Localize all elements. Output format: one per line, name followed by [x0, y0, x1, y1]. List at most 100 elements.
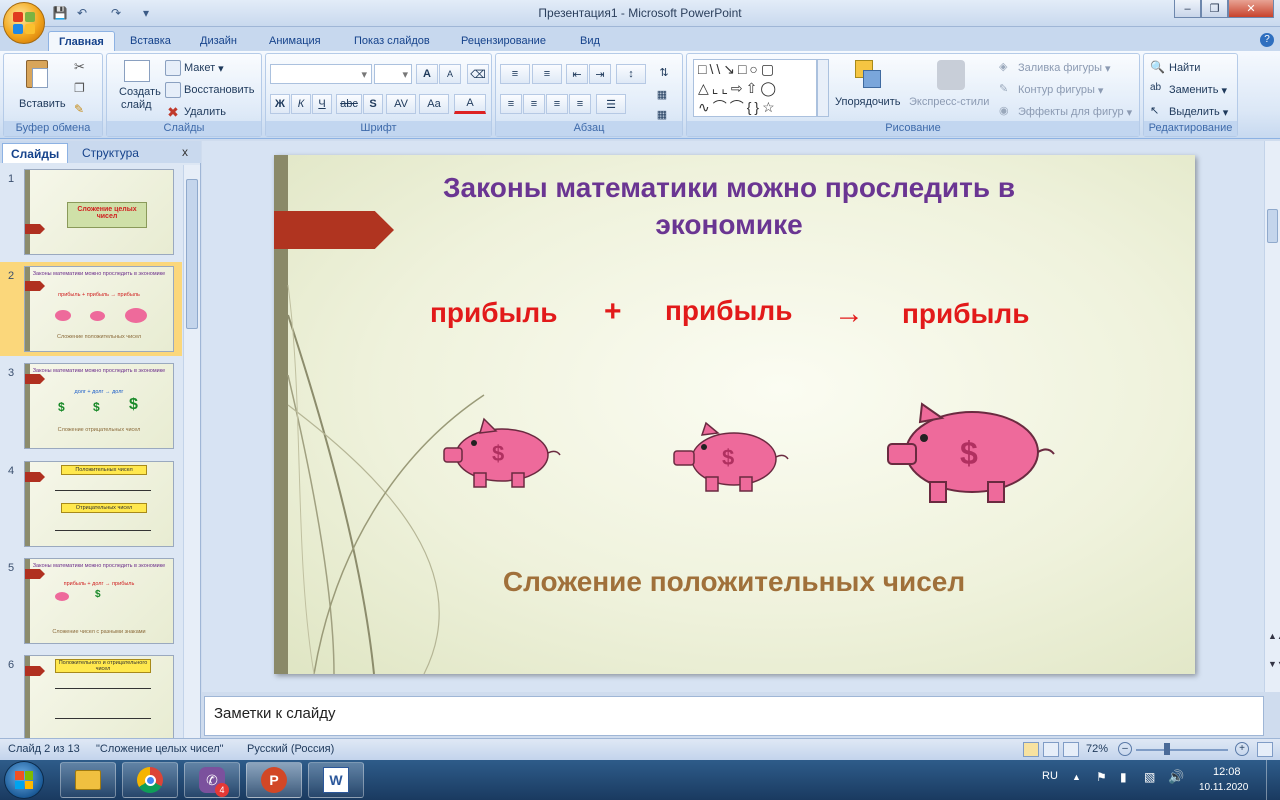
- format-painter-icon[interactable]: ✎: [74, 102, 84, 116]
- language-status[interactable]: Русский (Россия): [247, 743, 334, 755]
- replace-button[interactable]: ab Заменить ▾: [1150, 82, 1227, 98]
- align-center-icon[interactable]: ≡: [523, 94, 545, 114]
- thumbnail-5[interactable]: 5 Законы математики можно проследить в э…: [0, 554, 182, 648]
- minimize-button[interactable]: –: [1174, 0, 1201, 18]
- zoom-level[interactable]: 72%: [1086, 743, 1108, 755]
- text-direction-icon[interactable]: ⇅: [651, 62, 677, 82]
- tab-animation[interactable]: Анимация: [259, 31, 331, 51]
- slide-caption[interactable]: Сложение положительных чисел: [464, 566, 1004, 598]
- fit-slide-icon[interactable]: [1257, 742, 1273, 757]
- shape-fill-button[interactable]: ◈ Заливка фигуры ▾: [999, 60, 1111, 76]
- bold-button[interactable]: Ж: [270, 94, 290, 114]
- signal-icon[interactable]: ▧: [1144, 770, 1155, 784]
- volume-icon[interactable]: 🔊: [1168, 769, 1184, 785]
- justify-icon[interactable]: ≡: [569, 94, 591, 114]
- font-name-input[interactable]: ▾: [270, 64, 372, 84]
- underline-button[interactable]: Ч: [312, 94, 332, 114]
- align-right-icon[interactable]: ≡: [546, 94, 568, 114]
- tab-review[interactable]: Рецензирование: [451, 31, 556, 51]
- grow-font-button[interactable]: A: [416, 64, 438, 84]
- zoom-in-icon[interactable]: +: [1235, 742, 1249, 756]
- tab-slides[interactable]: Слайды: [2, 143, 69, 163]
- flag-icon[interactable]: ⚑: [1096, 770, 1107, 784]
- slide-scrollbar[interactable]: ▲▲ ▼▼: [1264, 141, 1280, 692]
- tray-expand-icon[interactable]: ▲: [1072, 772, 1081, 782]
- explorer-taskbar-button[interactable]: [60, 762, 116, 798]
- restore-button[interactable]: ❐: [1201, 0, 1228, 18]
- tab-outline[interactable]: Структура: [74, 143, 147, 163]
- language-indicator[interactable]: RU: [1042, 770, 1058, 782]
- zoom-out-icon[interactable]: –: [1118, 742, 1132, 756]
- office-button[interactable]: [3, 2, 45, 44]
- sorter-view-icon[interactable]: [1043, 742, 1059, 757]
- close-button[interactable]: ✕: [1228, 0, 1274, 18]
- find-button[interactable]: 🔍 Найти: [1150, 60, 1200, 76]
- bullets-icon[interactable]: ≡: [500, 64, 530, 84]
- chrome-taskbar-button[interactable]: [122, 762, 178, 798]
- thumbnail-1[interactable]: 1 Сложение целых чисел: [0, 165, 182, 259]
- tab-home[interactable]: Главная: [48, 31, 115, 51]
- new-slide-button[interactable]: Создать слайд: [112, 58, 162, 118]
- show-desktop-button[interactable]: [1266, 760, 1280, 800]
- thumbnail-6[interactable]: 6 Положительного и отрицательного чисел: [0, 651, 182, 738]
- scroll-thumb[interactable]: [1267, 209, 1278, 243]
- tab-slideshow[interactable]: Показ слайдов: [344, 31, 440, 51]
- cut-icon[interactable]: ✂: [74, 59, 85, 75]
- align-text-icon[interactable]: ▦: [651, 84, 673, 104]
- thumbnail-2[interactable]: 2 Законы математики можно проследить в э…: [0, 262, 182, 356]
- start-button[interactable]: [4, 761, 44, 799]
- shapes-gallery[interactable]: □\\↘□○▢ △⌞⌞⇨⇧◯ ∿⌒⌒{}☆: [693, 59, 817, 117]
- piggy-bank-icon[interactable]: $: [670, 421, 792, 497]
- italic-button[interactable]: К: [291, 94, 311, 114]
- word-profit-1[interactable]: прибыль: [430, 297, 557, 329]
- shadow-button[interactable]: S: [363, 94, 383, 114]
- copy-icon[interactable]: ❐: [74, 81, 85, 95]
- font-size-input[interactable]: ▾: [374, 64, 412, 84]
- paste-button[interactable]: Вставить: [14, 58, 66, 114]
- char-spacing-button[interactable]: AV: [386, 94, 416, 114]
- thumbnail-3[interactable]: 3 Законы математики можно проследить в э…: [0, 359, 182, 453]
- viber-taskbar-button[interactable]: ✆ 4: [184, 762, 240, 798]
- tab-insert[interactable]: Вставка: [120, 31, 181, 51]
- shrink-font-button[interactable]: A: [439, 64, 461, 84]
- arrange-button[interactable]: Упорядочить: [835, 58, 905, 118]
- word-taskbar-button[interactable]: W: [308, 762, 364, 798]
- scroll-thumb[interactable]: [186, 179, 198, 329]
- clear-format-icon[interactable]: ⌫: [467, 64, 489, 84]
- select-button[interactable]: ↖ Выделить ▾: [1150, 104, 1228, 120]
- notes-pane[interactable]: Заметки к слайду: [204, 696, 1264, 736]
- shape-outline-button[interactable]: ✎ Контур фигуры ▾: [999, 82, 1103, 98]
- word-profit-2[interactable]: прибыль: [665, 295, 792, 327]
- word-profit-3[interactable]: прибыль: [902, 298, 1029, 330]
- powerpoint-taskbar-button[interactable]: P: [246, 762, 302, 798]
- increase-indent-icon[interactable]: ⇥: [589, 64, 611, 84]
- plus-sign[interactable]: +: [604, 295, 622, 329]
- close-panel-icon[interactable]: x: [182, 145, 188, 159]
- line-spacing-icon[interactable]: ↕: [616, 64, 646, 84]
- prev-slide-icon[interactable]: ▲▲: [1268, 631, 1280, 641]
- change-case-button[interactable]: Aa: [419, 94, 449, 114]
- help-icon[interactable]: ?: [1260, 33, 1274, 47]
- reset-button[interactable]: Восстановить: [165, 82, 254, 98]
- slideshow-view-icon[interactable]: [1063, 742, 1079, 757]
- slide-canvas[interactable]: Законы математики можно проследить в эко…: [274, 155, 1195, 674]
- slide-title[interactable]: Законы математики можно проследить в эко…: [394, 169, 1064, 243]
- shape-effects-button[interactable]: ◉ Эффекты для фигур ▾: [999, 104, 1132, 120]
- tab-view[interactable]: Вид: [570, 31, 610, 51]
- font-color-button[interactable]: A: [454, 94, 486, 114]
- thumbnail-scrollbar[interactable]: [183, 165, 200, 738]
- decrease-indent-icon[interactable]: ⇤: [566, 64, 588, 84]
- piggy-bank-icon[interactable]: $: [884, 400, 1062, 510]
- normal-view-icon[interactable]: [1023, 742, 1039, 757]
- zoom-slider-handle[interactable]: [1164, 743, 1170, 755]
- battery-icon[interactable]: ▮: [1120, 770, 1127, 784]
- numbering-icon[interactable]: ≡: [532, 64, 562, 84]
- next-slide-icon[interactable]: ▼▼: [1268, 659, 1280, 669]
- clock-date[interactable]: 10.11.2020: [1199, 782, 1248, 793]
- layout-button[interactable]: Макет ▾: [165, 60, 224, 76]
- columns-icon[interactable]: ☰: [596, 94, 626, 114]
- strike-button[interactable]: abc: [336, 94, 362, 114]
- piggy-bank-icon[interactable]: $: [440, 415, 564, 493]
- arrow-sign[interactable]: →: [834, 297, 864, 331]
- shapes-scroll[interactable]: [817, 59, 829, 117]
